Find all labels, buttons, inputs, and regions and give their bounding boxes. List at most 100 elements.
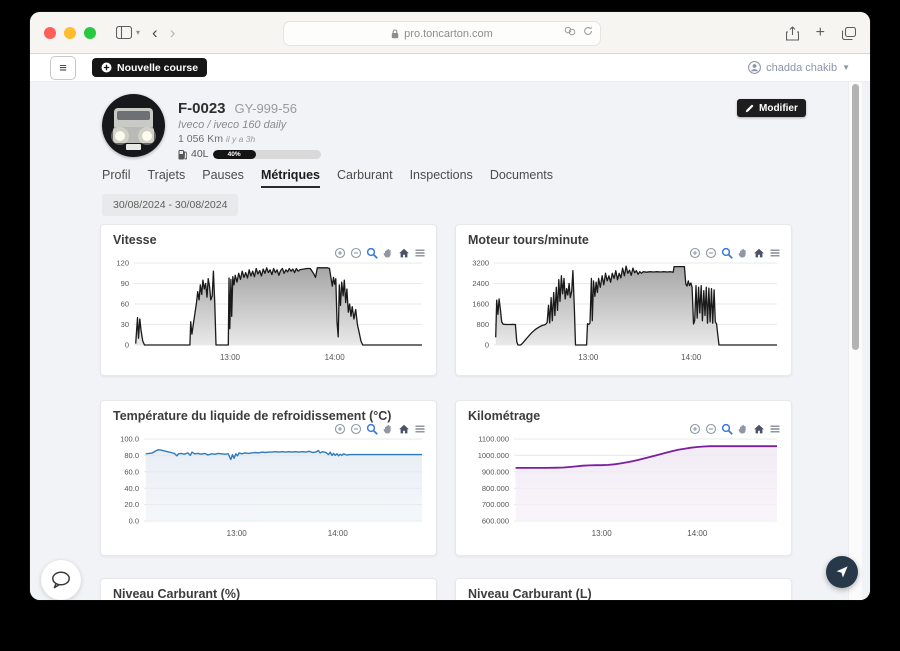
fuel-amount: 40L: [191, 148, 209, 160]
forward-icon[interactable]: ›: [170, 24, 176, 41]
svg-text:120: 120: [116, 259, 129, 268]
chat-bubble-icon: [50, 570, 72, 590]
new-tab-icon[interactable]: +: [816, 24, 825, 42]
svg-text:800.000: 800.000: [482, 484, 509, 493]
pencil-icon: [745, 104, 754, 113]
fuel-gauge: 40%: [213, 150, 321, 159]
browser-chrome: ▾ ‹ › pro.toncarton.com +: [30, 12, 870, 54]
svg-text:14:00: 14:00: [681, 353, 702, 362]
tab-inspections[interactable]: Inspections: [410, 168, 473, 188]
svg-text:40.0: 40.0: [124, 484, 139, 493]
chart-card-vitesse: Vitesse 0 30 60 90 120 13:00 14:00: [100, 224, 437, 376]
tabs-icon[interactable]: [842, 27, 856, 40]
scrollbar-thumb[interactable]: [852, 84, 859, 350]
tab-profil[interactable]: Profil: [102, 168, 130, 188]
chart-card-kilometrage: Kilométrage 600.000 700.000 800.000 900.000…: [455, 400, 792, 556]
window-controls: [44, 27, 96, 39]
svg-text:100.0: 100.0: [120, 435, 139, 444]
svg-text:13:00: 13:00: [227, 529, 248, 538]
svg-text:90: 90: [121, 279, 129, 288]
chart-title: Moteur tours/minute: [468, 233, 589, 247]
chart-title: Niveau Carburant (%): [113, 587, 240, 600]
share-icon[interactable]: [786, 26, 799, 41]
svg-text:0.0: 0.0: [129, 517, 139, 526]
close-window-button[interactable]: [44, 27, 56, 39]
hamburger-menu-button[interactable]: ≡: [50, 56, 76, 80]
chart-plot[interactable]: 600.000700.000800.000900.0001000.0001100…: [462, 431, 787, 543]
svg-text:900.000: 900.000: [482, 467, 509, 476]
svg-text:60: 60: [121, 300, 129, 309]
svg-text:14:00: 14:00: [328, 529, 349, 538]
svg-text:80.0: 80.0: [124, 451, 139, 460]
vehicle-info: F-0023 GY-999-56 Iveco / iveco 160 daily…: [178, 100, 321, 160]
svg-text:13:00: 13:00: [578, 353, 599, 362]
svg-text:14:00: 14:00: [687, 529, 708, 538]
chat-button[interactable]: [41, 560, 81, 600]
svg-text:1100.000: 1100.000: [478, 435, 509, 444]
chart-plot[interactable]: 0.0 20.0 40.0 60.0 80.0 100.0 13:00 14:00: [107, 431, 432, 543]
svg-text:14:00: 14:00: [325, 353, 346, 362]
vehicle-odometer-ago: il y a 3h: [226, 134, 255, 144]
chart-card-carburant-l: Niveau Carburant (L): [455, 578, 792, 600]
svg-text:1600: 1600: [472, 300, 489, 309]
app-header: ≡ Nouvelle course chadda chakib ▼: [30, 54, 870, 82]
tab-metriques[interactable]: Métriques: [261, 168, 320, 188]
paper-plane-icon: [835, 565, 849, 579]
chart-title: Vitesse: [113, 233, 157, 247]
svg-text:60.0: 60.0: [124, 467, 139, 476]
new-course-button[interactable]: Nouvelle course: [92, 58, 207, 77]
svg-text:600.000: 600.000: [482, 517, 509, 526]
fuel-pump-icon: [178, 149, 187, 160]
chart-title: Niveau Carburant (L): [468, 587, 592, 600]
tab-documents[interactable]: Documents: [490, 168, 553, 188]
user-menu[interactable]: chadda chakib ▼: [748, 61, 850, 74]
user-name: chadda chakib: [766, 62, 837, 74]
modify-button[interactable]: Modifier: [737, 99, 806, 117]
chart-plot[interactable]: 0 30 60 90 120 13:00 14:00: [107, 255, 432, 367]
refresh-icon[interactable]: [583, 26, 593, 36]
browser-window: ▾ ‹ › pro.toncarton.com + ≡ Nouvelle cou…: [30, 12, 870, 600]
svg-text:700.000: 700.000: [482, 500, 509, 509]
chevron-down-icon[interactable]: ▾: [136, 28, 140, 37]
date-range-input[interactable]: 30/08/2024 - 30/08/2024: [102, 194, 238, 216]
fuel-percent-label: 40%: [228, 151, 241, 158]
chevron-down-icon: ▼: [842, 63, 850, 72]
chart-card-carburant-pct: Niveau Carburant (%): [100, 578, 437, 600]
svg-text:13:00: 13:00: [220, 353, 241, 362]
svg-text:800: 800: [476, 320, 489, 329]
main-content: F-0023 GY-999-56 Iveco / iveco 160 daily…: [30, 82, 870, 600]
vehicle-avatar[interactable]: [102, 94, 165, 157]
chart-title: Température du liquide de refroidissemen…: [113, 409, 391, 423]
chart-title: Kilométrage: [468, 409, 540, 423]
tab-trajets[interactable]: Trajets: [147, 168, 185, 188]
modify-label: Modifier: [759, 103, 798, 114]
svg-text:13:00: 13:00: [592, 529, 613, 538]
chart-plot[interactable]: 0 800 1600 2400 3200 13:00 14:00: [462, 255, 787, 367]
sidebar-icon[interactable]: [116, 26, 132, 39]
navigate-button[interactable]: [826, 556, 858, 588]
vehicle-code: F-0023: [178, 100, 226, 117]
tab-carburant[interactable]: Carburant: [337, 168, 393, 188]
vehicle-plate: GY-999-56: [235, 101, 297, 116]
back-icon[interactable]: ‹: [152, 24, 158, 41]
vehicle-model: Iveco / iveco 160 daily: [178, 119, 321, 131]
chart-card-temperature: Température du liquide de refroidissemen…: [100, 400, 437, 556]
svg-text:0: 0: [125, 341, 129, 350]
page-settings-icon[interactable]: [564, 26, 577, 36]
zoom-window-button[interactable]: [84, 27, 96, 39]
vehicle-odometer: 1 056 Km: [178, 133, 223, 145]
user-icon: [748, 61, 761, 74]
svg-text:20.0: 20.0: [124, 500, 139, 509]
plus-circle-icon: [101, 62, 112, 73]
lock-icon: [391, 29, 399, 39]
url-text: pro.toncarton.com: [404, 28, 493, 40]
svg-text:2400: 2400: [472, 279, 489, 288]
new-course-label: Nouvelle course: [117, 62, 198, 74]
svg-text:30: 30: [121, 320, 129, 329]
tabs-bar: Profil Trajets Pauses Métriques Carburant Ins…: [102, 168, 553, 188]
svg-text:0: 0: [485, 341, 489, 350]
tab-pauses[interactable]: Pauses: [202, 168, 244, 188]
minimize-window-button[interactable]: [64, 27, 76, 39]
svg-text:3200: 3200: [472, 259, 489, 268]
address-bar[interactable]: pro.toncarton.com: [283, 21, 601, 46]
